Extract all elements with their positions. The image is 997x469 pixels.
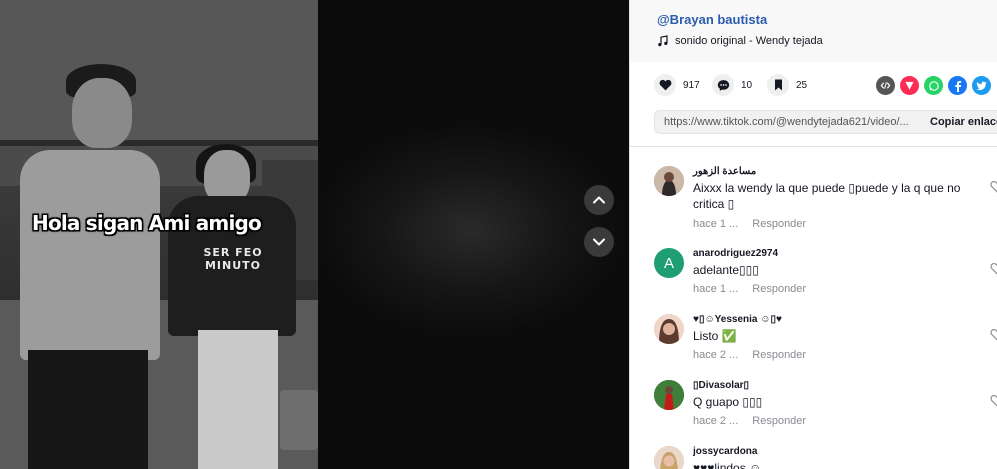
avatar[interactable] [654, 166, 684, 196]
divider [630, 146, 997, 147]
background-wall [0, 0, 318, 140]
avatar[interactable] [654, 314, 684, 344]
comment-username[interactable]: مساعدة الزهور [693, 166, 756, 177]
user-photo-icon [654, 166, 684, 196]
send-icon [905, 81, 914, 90]
comment-meta: hace 1 ... Responder [693, 218, 806, 230]
twitter-share-button[interactable] [972, 76, 991, 95]
copy-link-button[interactable]: Copiar enlace [930, 116, 997, 128]
heart-outline-icon [990, 180, 997, 193]
comment-text: Q guapo ▯▯▯ [693, 395, 763, 409]
author-handle[interactable]: @Brayan bautista [657, 12, 767, 27]
avatar-initial: A [663, 254, 674, 272]
previous-video-button[interactable] [584, 185, 614, 215]
comment-time: hace 2 ... [693, 349, 739, 361]
reply-button[interactable]: Responder [752, 415, 806, 427]
comment-item: ▯Divasolar▯ Q guapo ▯▯▯ hace 2 ... Respon… [654, 380, 997, 430]
basket [280, 390, 318, 450]
reply-button[interactable]: Responder [752, 218, 806, 230]
comment-time: hace 1 ... [693, 283, 739, 295]
video-player[interactable]: SER FEO MINUTO Hola sigan Ami amigo [0, 0, 629, 469]
share-url-field[interactable]: https://www.tiktok.com/@wendytejada621/v… [664, 116, 916, 128]
details-panel: @Brayan bautista sonido original - Wendy… [629, 0, 997, 469]
comment-text: adelante▯▯▯ [693, 263, 759, 277]
bookmark-icon [774, 79, 782, 91]
avatar[interactable] [654, 380, 684, 410]
comment-like-button[interactable] [990, 262, 997, 280]
comment-item: A anarodriguez2974 adelante▯▯▯ hace 1 ..… [654, 248, 997, 298]
comment-like-button[interactable] [990, 328, 997, 346]
comment-item: مساعدة الزهور Aixxx la wendy la que pued… [654, 166, 997, 232]
next-video-button[interactable] [584, 227, 614, 257]
comment-stat[interactable]: 10 [712, 74, 752, 96]
like-button[interactable] [654, 74, 676, 96]
comment-like-button[interactable] [990, 394, 997, 412]
like-stat[interactable]: 917 [654, 74, 700, 96]
reply-button[interactable]: Responder [752, 349, 806, 361]
comment-meta: hace 1 ... Responder [693, 283, 806, 295]
comment-text: ♥♥♥lindos ☺ [693, 461, 762, 469]
share-link-box: https://www.tiktok.com/@wendytejada621/v… [654, 110, 997, 134]
avatar[interactable]: A [654, 248, 684, 278]
reply-button[interactable]: Responder [752, 283, 806, 295]
user-photo-icon [654, 380, 684, 410]
whatsapp-icon [928, 80, 939, 91]
comment-like-button[interactable] [990, 180, 997, 198]
facebook-icon [954, 80, 961, 92]
author-card: @Brayan bautista sonido original - Wendy… [630, 0, 997, 62]
comment-meta: hace 2 ... Responder [693, 415, 806, 427]
facebook-share-button[interactable] [948, 76, 967, 95]
embed-icon [880, 82, 891, 89]
comment-button[interactable] [712, 74, 734, 96]
music-label: sonido original - Wendy tejada [675, 35, 823, 47]
comment-text: Listo ✅ [693, 329, 737, 343]
comment-icon [717, 79, 729, 91]
comment-username[interactable]: ▯Divasolar▯ [693, 380, 749, 391]
comment-item: ♥▯☺Yessenia ☺▯♥ Listo ✅ hace 2 ... Respon… [654, 314, 997, 364]
save-count: 25 [796, 79, 808, 91]
music-row[interactable]: sonido original - Wendy tejada [657, 35, 823, 47]
like-count: 917 [683, 79, 700, 91]
whatsapp-share-button[interactable] [924, 76, 943, 95]
comment-time: hace 2 ... [693, 415, 739, 427]
actions-row: 917 10 25 [654, 74, 997, 96]
save-button[interactable] [767, 74, 789, 96]
avatar[interactable] [654, 446, 684, 469]
comment-username[interactable]: jossycardona [693, 446, 757, 457]
heart-outline-icon [990, 394, 997, 407]
music-note-icon [658, 35, 668, 47]
comment-count: 10 [741, 79, 753, 91]
video-caption: Hola sigan Ami amigo [32, 211, 262, 235]
user-photo-icon [654, 314, 684, 344]
heart-outline-icon [990, 328, 997, 341]
send-button[interactable] [900, 76, 919, 95]
video-frame[interactable]: SER FEO MINUTO Hola sigan Ami amigo [0, 0, 318, 469]
heart-outline-icon [990, 262, 997, 275]
comment-time: hace 1 ... [693, 218, 739, 230]
save-stat[interactable]: 25 [767, 74, 807, 96]
chevron-up-icon [593, 196, 605, 204]
embed-button[interactable] [876, 76, 895, 95]
comment-text: Aixxx la wendy la que puede ▯puede y la … [693, 181, 961, 211]
twitter-icon [976, 81, 987, 90]
heart-icon [659, 79, 671, 91]
shirt-print: SER FEO MINUTO [203, 246, 263, 272]
comment-username[interactable]: anarodriguez2974 [693, 248, 778, 259]
comment-meta: hace 2 ... Responder [693, 349, 806, 361]
comment-username[interactable]: ♥▯☺Yessenia ☺▯♥ [693, 314, 782, 325]
chevron-down-icon [593, 238, 605, 246]
comment-item: jossycardona ♥♥♥lindos ☺ [654, 446, 997, 469]
user-photo-icon [654, 446, 684, 469]
